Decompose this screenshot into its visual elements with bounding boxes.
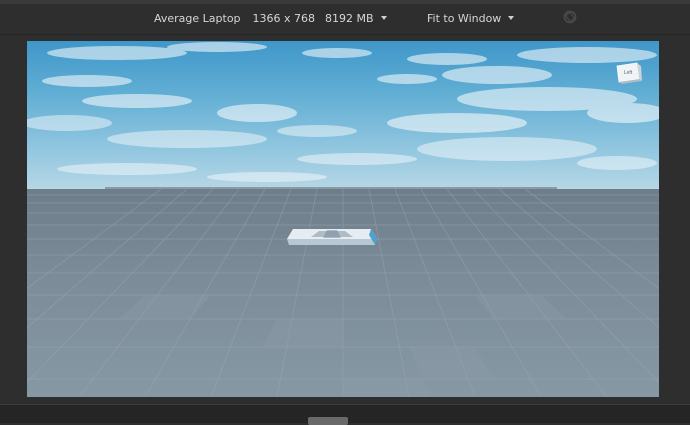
game-viewport[interactable]: Left xyxy=(27,41,659,397)
device-resolution: 1366 x 768 xyxy=(252,11,316,25)
view-cube-icon[interactable]: Left xyxy=(613,57,643,87)
baseplate xyxy=(27,188,659,397)
spawn-location-part[interactable] xyxy=(285,225,381,249)
device-selector[interactable]: Average Laptop 1366 x 768 8192 MB xyxy=(154,9,387,27)
device-memory: 8192 MB xyxy=(325,11,374,25)
fit-mode-label: Fit to Window xyxy=(427,11,502,25)
fit-mode-selector[interactable]: Fit to Window xyxy=(427,9,515,27)
bottom-tab[interactable] xyxy=(308,417,348,425)
baseplate-grid xyxy=(27,188,659,397)
device-emulation-toolbar: Average Laptop 1366 x 768 8192 MB Fit to… xyxy=(0,0,690,35)
rotate-orientation-icon[interactable] xyxy=(563,10,577,24)
skybox xyxy=(27,41,659,191)
toolbar-top-edge xyxy=(0,0,690,4)
caret-down-icon[interactable] xyxy=(508,16,515,20)
caret-down-icon[interactable] xyxy=(380,16,387,20)
bottom-bar xyxy=(0,404,690,425)
clouds xyxy=(27,42,659,189)
device-name: Average Laptop xyxy=(154,11,241,25)
view-cube-label: Left xyxy=(624,70,633,76)
